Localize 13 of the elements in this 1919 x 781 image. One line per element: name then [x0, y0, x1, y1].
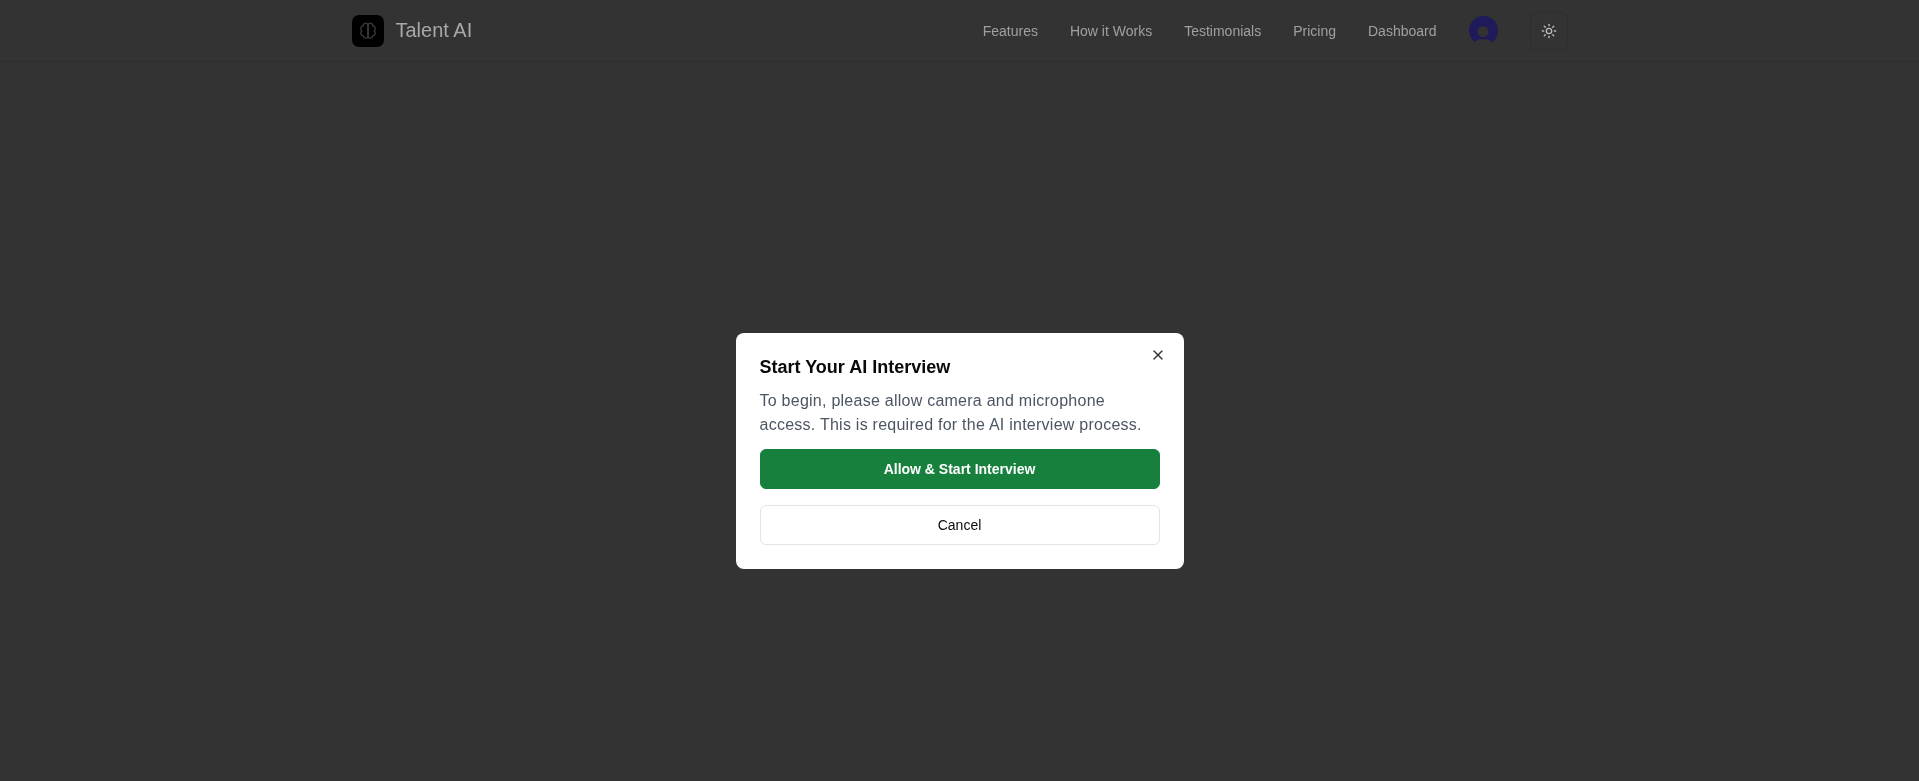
nav-link[interactable]: Dashboard	[1368, 22, 1437, 39]
cancel-button[interactable]: Cancel	[759, 505, 1160, 545]
nav-link[interactable]: Features	[982, 22, 1038, 39]
sun-icon	[1540, 22, 1557, 39]
brand-name: Talent AI	[395, 19, 473, 42]
nav-link[interactable]: Testimonials	[1184, 22, 1262, 39]
nav-link[interactable]: Pricing	[1293, 22, 1336, 39]
brain-logo-icon	[351, 14, 384, 47]
theme-toggle-button[interactable]	[1529, 11, 1568, 50]
dialog-title: Start Your AI Interview	[759, 356, 952, 379]
nav-link[interactable]: How it Works	[1069, 22, 1153, 39]
dialog-message: To begin, please allow camera and microphone access. This is required for the AI interview process.	[759, 391, 1143, 435]
allow-start-button[interactable]: Allow & Start Interview	[759, 449, 1160, 489]
